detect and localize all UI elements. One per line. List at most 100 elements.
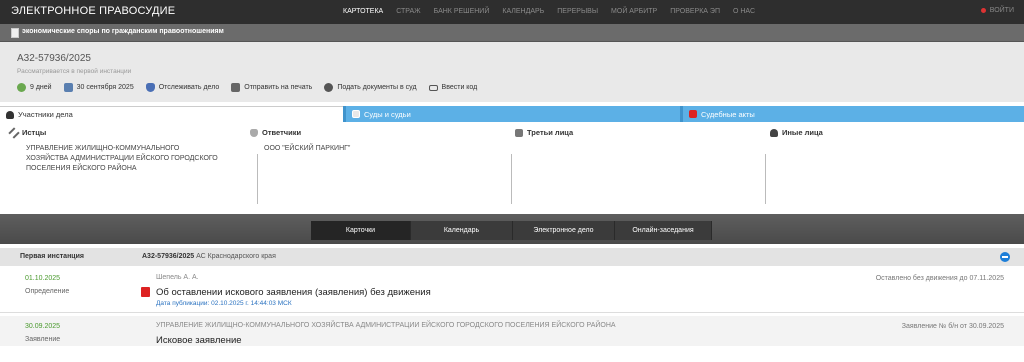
entry-author: УПРАВЛЕНИЕ ЖИЛИЩНО-КОММУНАЛЬНОГО ХОЗЯЙСТ… bbox=[156, 322, 616, 329]
entry-date: 30.09.2025 bbox=[25, 323, 61, 330]
tab-participants[interactable]: Участники дела bbox=[0, 106, 343, 122]
column-divider bbox=[257, 154, 258, 204]
nav-my-arbiter[interactable]: МОЙ АРБИТР bbox=[611, 8, 657, 15]
pdf-icon bbox=[689, 110, 697, 118]
entry-title: Исковое заявление bbox=[156, 335, 242, 346]
instance-header[interactable]: Первая инстанция А32-57936/2025 АС Красн… bbox=[0, 248, 1024, 266]
tab-electronic-case[interactable]: Электронное дело bbox=[513, 221, 615, 240]
other-parties-title: Иные лица bbox=[782, 128, 823, 137]
column-divider bbox=[765, 154, 766, 204]
track-case-button[interactable]: Отслеживать дело bbox=[145, 83, 220, 92]
login-dot-icon bbox=[980, 8, 986, 13]
tab-court-acts[interactable]: Судебные акты bbox=[680, 106, 1024, 122]
printer-icon bbox=[231, 83, 241, 92]
entry-author: Шепель А. А. bbox=[156, 274, 199, 281]
nav-kartoteka[interactable]: КАРТОТЕКА bbox=[343, 8, 383, 15]
case-actions: 9 дней 30 сентября 2025 Отслеживать дело… bbox=[17, 83, 489, 92]
nav-calendar[interactable]: КАЛЕНДАРЬ bbox=[502, 8, 544, 15]
nav-bank-resheniy[interactable]: БАНК РЕШЕНИЙ bbox=[434, 8, 490, 15]
instance-case: А32-57936/2025 АС Краснодарского края bbox=[142, 253, 276, 260]
enter-code-label: Ввести код bbox=[441, 84, 478, 91]
tab-courts-judges[interactable]: Суды и судьи bbox=[343, 106, 680, 122]
other-parties-column: Иные лица bbox=[770, 128, 823, 137]
back-arrow-icon bbox=[17, 83, 26, 92]
case-number: А32-57936/2025 bbox=[17, 53, 91, 64]
other-parties-heading: Иные лица bbox=[770, 128, 823, 137]
submit-documents-label: Подать документы в суд bbox=[337, 84, 417, 91]
tab-courts-judges-label: Суды и судьи bbox=[364, 109, 411, 119]
defendants-title: Ответчики bbox=[262, 128, 302, 137]
defendants-list: ООО "ЕЙСКИЙ ПАРКИНГ" bbox=[264, 144, 350, 154]
entry-date: 01.10.2025 bbox=[25, 275, 61, 282]
entry-note: Заявление № б/н от 30.09.2025 bbox=[901, 323, 1004, 330]
entry-title-link[interactable]: Об оставлении искового заявления (заявле… bbox=[156, 287, 431, 298]
nav-about[interactable]: О НАС bbox=[733, 8, 755, 15]
keyboard-icon bbox=[428, 84, 438, 91]
shield-icon bbox=[250, 128, 258, 137]
defendant-line: ООО "ЕЙСКИЙ ПАРКИНГ" bbox=[264, 145, 351, 152]
crossed-swords-icon bbox=[8, 126, 20, 139]
instance-label: Первая инстанция bbox=[20, 253, 84, 260]
third-parties-title: Третьи лица bbox=[527, 128, 574, 137]
track-case-label: Отслеживать дело bbox=[158, 84, 220, 91]
calendar-icon bbox=[63, 83, 73, 92]
nav-strazh[interactable]: СТРАЖ bbox=[396, 8, 420, 15]
submit-documents-button[interactable]: Подать документы в суд bbox=[324, 83, 417, 92]
courthouse-icon bbox=[352, 110, 360, 118]
entry-type: Заявление bbox=[25, 336, 61, 343]
enter-code-button[interactable]: Ввести код bbox=[428, 84, 478, 91]
date-label: 30 сентября 2025 bbox=[76, 84, 134, 91]
print-button[interactable]: Отправить на печать bbox=[231, 83, 312, 92]
pdf-icon[interactable] bbox=[141, 287, 150, 297]
plaintiff-line: УПРАВЛЕНИЕ ЖИЛИЩНО-КОММУНАЛЬНОГО bbox=[26, 145, 180, 152]
tab-participants-label: Участники дела bbox=[18, 110, 73, 119]
login-link[interactable]: ВОЙТИ bbox=[980, 7, 1014, 14]
print-label: Отправить на печать bbox=[244, 84, 313, 91]
tab-calendar[interactable]: Календарь bbox=[411, 221, 513, 240]
person-icon bbox=[6, 110, 14, 119]
site-logo[interactable]: ЭЛЕКТРОННОЕ ПРАВОСУДИЕ bbox=[11, 5, 175, 17]
plaintiff-line: ХОЗЯЙСТВА АДМИНИСТРАЦИИ ЕЙСКОГО ГОРОДСКО… bbox=[26, 155, 218, 162]
collapse-icon[interactable] bbox=[1000, 252, 1010, 262]
days-counter[interactable]: 9 дней bbox=[17, 83, 52, 92]
shield-icon bbox=[145, 83, 155, 92]
tab-court-acts-label: Судебные акты bbox=[701, 109, 755, 119]
document-icon bbox=[11, 28, 19, 38]
defendants-heading: Ответчики bbox=[250, 128, 301, 137]
tab-cards[interactable]: Карточки bbox=[311, 221, 411, 240]
nav-check-signature[interactable]: ПРОВЕРКА ЭП bbox=[670, 8, 720, 15]
tab-online-sessions[interactable]: Онлайн-заседания bbox=[615, 221, 712, 240]
entry-note: Оставлено без движения до 07.11.2025 bbox=[875, 275, 1004, 282]
participants-panel: Истцы УПРАВЛЕНИЕ ЖИЛИЩНО-КОММУНАЛЬНОГО Х… bbox=[0, 126, 1024, 208]
case-tabs: Участники дела Суды и судьи Судебные акт… bbox=[0, 106, 1024, 122]
plaintiffs-list: УПРАВЛЕНИЕ ЖИЛИЩНО-КОММУНАЛЬНОГО ХОЗЯЙСТ… bbox=[26, 144, 218, 174]
date-indicator[interactable]: 30 сентября 2025 bbox=[63, 83, 134, 92]
column-divider bbox=[511, 154, 512, 204]
plaintiffs-heading: Истцы bbox=[8, 126, 47, 139]
login-label: ВОЙТИ bbox=[989, 7, 1014, 14]
list-item: 01.10.2025 Определение Шепель А. А. Об о… bbox=[0, 268, 1024, 313]
view-tabs: Карточки Календарь Электронное дело Онла… bbox=[311, 221, 712, 240]
instance-case-number: А32-57936/2025 bbox=[142, 253, 195, 260]
plus-icon bbox=[324, 83, 334, 92]
case-header: А32-57936/2025 Рассматривается в первой … bbox=[0, 42, 1024, 102]
plaintiffs-title: Истцы bbox=[22, 128, 47, 137]
main-nav: КАРТОТЕКА СТРАЖ БАНК РЕШЕНИЙ КАЛЕНДАРЬ П… bbox=[343, 8, 768, 15]
person-icon bbox=[770, 128, 778, 137]
list-item: 30.09.2025 Заявление УПРАВЛЕНИЕ ЖИЛИЩНО-… bbox=[0, 316, 1024, 346]
defendants-column: Ответчики bbox=[250, 128, 301, 137]
case-category: экономические споры по гражданским право… bbox=[22, 28, 224, 35]
days-label: 9 дней bbox=[30, 84, 52, 91]
entry-publication-date: Дата публикации: 02.10.2025 г. 14:44:03 … bbox=[156, 300, 292, 307]
case-status: Рассматривается в первой инстанции bbox=[17, 68, 132, 75]
category-bar: экономические споры по гражданским право… bbox=[0, 24, 1024, 42]
plaintiff-line: ПОСЕЛЕНИЯ ЕЙСКОГО РАЙОНА bbox=[26, 165, 137, 172]
third-parties-column: Третьи лица bbox=[515, 128, 573, 137]
entry-type: Определение bbox=[25, 288, 70, 295]
instance-court: АС Краснодарского края bbox=[194, 253, 276, 260]
nav-breaks[interactable]: ПЕРЕРЫВЫ bbox=[557, 8, 598, 15]
third-parties-heading: Третьи лица bbox=[515, 128, 573, 137]
top-navbar: ЭЛЕКТРОННОЕ ПРАВОСУДИЕ КАРТОТЕКА СТРАЖ Б… bbox=[0, 0, 1024, 24]
plaintiffs-column: Истцы bbox=[8, 126, 47, 139]
building-icon bbox=[515, 128, 523, 137]
